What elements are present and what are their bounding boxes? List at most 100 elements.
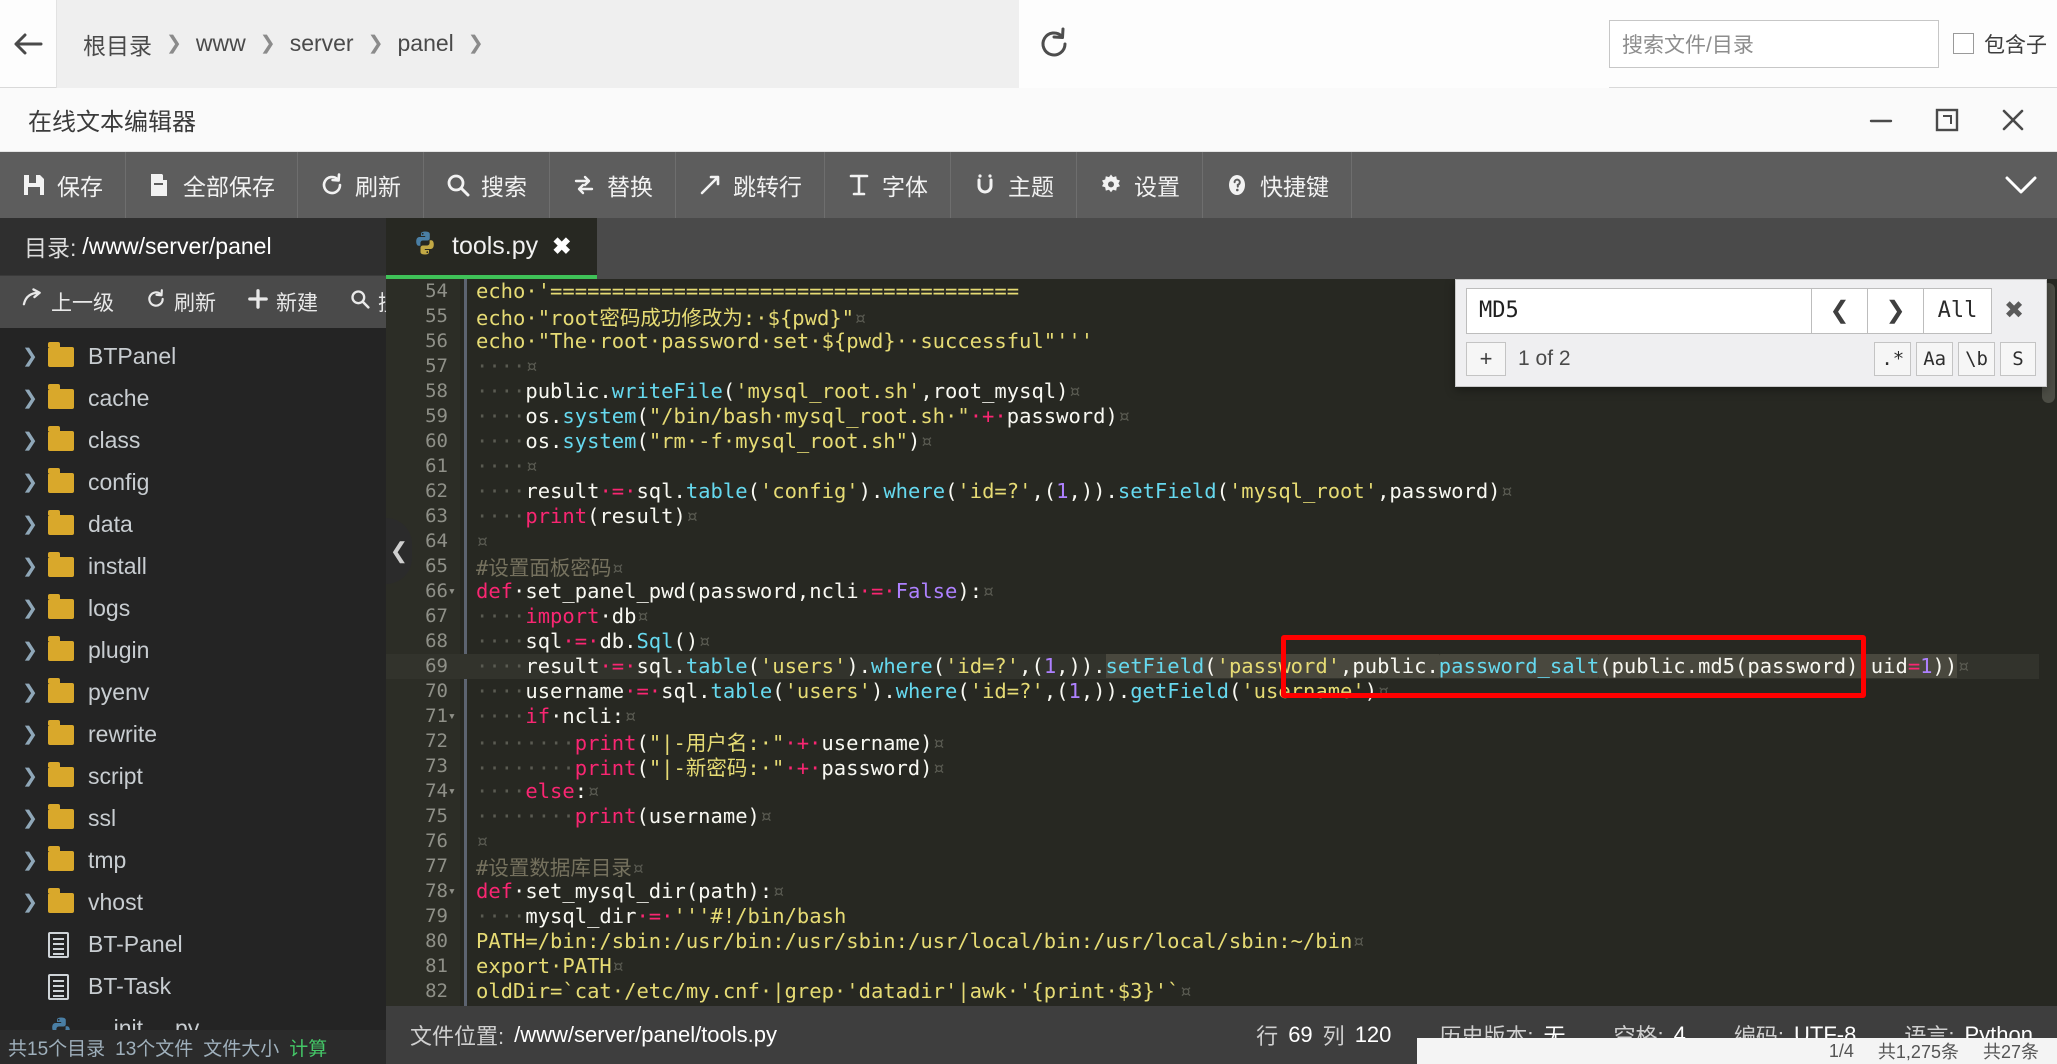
find-flag-word[interactable]: \b [1958, 341, 1995, 376]
fold-toggle-icon[interactable]: ▾ [448, 709, 456, 724]
total-count: 共27条 [1982, 1042, 2039, 1062]
close-icon[interactable] [1987, 94, 2039, 146]
code-line[interactable]: 67 ····import·db¤ [386, 604, 2057, 629]
find-flag-selection[interactable]: S [2000, 341, 2036, 376]
toolbar-save-all-button[interactable]: 全部保存 [126, 152, 298, 218]
toolbar-theme-button[interactable]: 主题 [951, 152, 1077, 218]
code-line[interactable]: 74 ▾ ····else:¤ [386, 779, 2057, 804]
fold-toggle-icon[interactable]: ▾ [448, 584, 456, 599]
tree-item-install[interactable]: ❯ install [0, 546, 386, 588]
status-cursor: 行 69 列 120 [1232, 1019, 1415, 1051]
tree-item-bt-task[interactable]: BT-Task [0, 966, 386, 1008]
code-line[interactable]: 70 ····username·=·sql.table('users').wher… [386, 679, 2057, 704]
code-line[interactable]: 64 ¤ [386, 529, 2057, 554]
fold-toggle-icon[interactable]: ▾ [448, 884, 456, 899]
close-icon[interactable]: ✖ [552, 233, 571, 260]
tab-tools-py[interactable]: tools.py ✖ [386, 218, 598, 279]
find-previous-button[interactable]: ❮ [1812, 287, 1868, 334]
tree-item-cache[interactable]: ❯ cache [0, 378, 386, 420]
toolbar-save-button[interactable]: 保存 [0, 152, 126, 218]
tree-item-data[interactable]: ❯ data [0, 504, 386, 546]
tree-item-rewrite[interactable]: ❯ rewrite [0, 714, 386, 756]
code-line[interactable]: 82 oldDir=`cat·/etc/my.cnf·|grep·'datadir… [386, 979, 2057, 1004]
tree-item-script[interactable]: ❯ script [0, 756, 386, 798]
maximize-icon[interactable] [1921, 94, 1973, 146]
code-line[interactable]: 75 ········print(username)¤ [386, 804, 2057, 829]
search-input[interactable]: 搜索文件/目录 [1609, 19, 1939, 68]
calc-link[interactable]: 计算 [289, 1034, 327, 1061]
chevron-right-icon: ❯ [22, 892, 38, 914]
checkbox-box[interactable] [1953, 33, 1974, 54]
find-flags: .* Aa \b S [1874, 341, 2036, 376]
tree-item-class[interactable]: ❯ class [0, 420, 386, 462]
sidebar-refresh-button[interactable]: 刷新 [130, 287, 232, 317]
sidebar-action-label: 新建 [276, 291, 318, 315]
sidebar-up-level-button[interactable]: 上一级 [0, 287, 130, 317]
breadcrumb-item-3[interactable]: panel [386, 30, 466, 57]
find-flag-regex[interactable]: .* [1874, 341, 1912, 376]
code-line[interactable]: 63 ····print(result)¤ [386, 504, 2057, 529]
toolbar-goto-line-button[interactable]: 跳转行 [676, 152, 825, 218]
fold-toggle-icon[interactable]: ▾ [448, 784, 456, 799]
tree-item-plugin[interactable]: ❯ plugin [0, 630, 386, 672]
code-area[interactable]: 54 echo·'================================… [386, 278, 2057, 1064]
line-number: 59 [425, 405, 448, 428]
back-button[interactable] [0, 0, 56, 88]
code-line[interactable]: 69 ····result·=·sql.table('users').where(… [386, 653, 2057, 679]
include-subdir-checkbox[interactable]: 包含子 [1953, 29, 2047, 59]
find-input[interactable]: MD5 [1466, 287, 1812, 334]
code-line[interactable]: 66 ▾ def·set_panel_pwd(password,ncli·=·Fal… [386, 579, 2057, 604]
toolbar-font-button[interactable]: 字体 [825, 152, 951, 218]
code-line[interactable]: 78 ▾ def·set_mysql_dir(path):¤ [386, 879, 2057, 904]
code-line[interactable]: 72 ········print("|-用户名:·"·+·username)¤ [386, 729, 2057, 755]
code-text: def·set_panel_pwd(password,ncli·=·False)… [476, 579, 995, 604]
tree-item-tmp[interactable]: ❯ tmp [0, 840, 386, 882]
toolbar-shortcuts-button[interactable]: 快捷键 [1203, 152, 1352, 218]
tree-item-vhost[interactable]: ❯ vhost [0, 882, 386, 924]
code-vertical-scrollbar[interactable] [2039, 278, 2057, 1064]
line-number: 61 [425, 455, 448, 478]
minimize-icon[interactable] [1855, 94, 1907, 146]
find-expand-button[interactable]: + [1466, 341, 1506, 376]
sidebar-new-button[interactable]: 新建 [232, 287, 334, 317]
tree-item-bt-panel[interactable]: BT-Panel [0, 924, 386, 966]
find-close-button[interactable]: ✖ [1992, 288, 2036, 334]
find-flag-case[interactable]: Aa [1916, 341, 1954, 376]
chevron-down-icon[interactable] [1985, 152, 2057, 218]
code-line[interactable]: 65 #设置面板密码¤ [386, 554, 2057, 580]
code-line[interactable]: 62 ····result·=·sql.table('config').where… [386, 479, 2057, 504]
code-line[interactable]: 59 ····os.system("/bin/bash·mysql_root.sh… [386, 404, 2057, 429]
toolbar-refresh-button[interactable]: 刷新 [298, 152, 424, 218]
code-line[interactable]: 79 ····mysql_dir·=·'''#!/bin/bash [386, 904, 2057, 929]
refresh-icon [146, 288, 166, 315]
code-line[interactable]: 80 PATH=/bin:/sbin:/usr/bin:/usr/sbin:/us… [386, 929, 2057, 954]
toolbar-settings-button[interactable]: 设置 [1077, 152, 1203, 218]
breadcrumb-item-0[interactable]: 根目录 [71, 27, 164, 61]
tree-item-config[interactable]: ❯ config [0, 462, 386, 504]
code-line[interactable]: 76 ¤ [386, 829, 2057, 854]
gear-icon [1099, 173, 1123, 197]
tree-item-ssl[interactable]: ❯ ssl [0, 798, 386, 840]
toolbar-search-button[interactable]: 搜索 [424, 152, 550, 218]
find-all-label: All [1937, 298, 1978, 324]
code-line[interactable]: 73 ········print("|-新密码:·"·+·password)¤ [386, 754, 2057, 780]
font-icon [847, 173, 871, 197]
breadcrumb-item-2[interactable]: server [278, 30, 366, 57]
find-all-button[interactable]: All [1924, 287, 1992, 334]
code-line[interactable]: 77 #设置数据库目录¤ [386, 854, 2057, 880]
code-line[interactable]: 71 ▾ ····if·ncli:¤ [386, 704, 2057, 729]
code-lines[interactable]: 54 echo·'================================… [386, 279, 2057, 1064]
tree-item-btpanel[interactable]: ❯ BTPanel [0, 336, 386, 378]
tree-item-pyenv[interactable]: ❯ pyenv [0, 672, 386, 714]
code-line[interactable]: 68 ····sql·=·db.Sql()¤ [386, 629, 2057, 654]
reload-icon[interactable] [1019, 0, 1090, 88]
breadcrumb-item-1[interactable]: www [184, 30, 258, 57]
toolbar-replace-button[interactable]: 替换 [550, 152, 676, 218]
find-next-button[interactable]: ❯ [1868, 287, 1924, 334]
tree-item-logs[interactable]: ❯ logs [0, 588, 386, 630]
help-icon [1225, 173, 1249, 197]
code-text: ····mysql_dir·=·'''#!/bin/bash [476, 904, 847, 929]
code-line[interactable]: 81 export·PATH¤ [386, 954, 2057, 979]
code-line[interactable]: 61 ····¤ [386, 454, 2057, 479]
code-line[interactable]: 60 ····os.system("rm·-f·mysql_root.sh")¤ [386, 429, 2057, 454]
